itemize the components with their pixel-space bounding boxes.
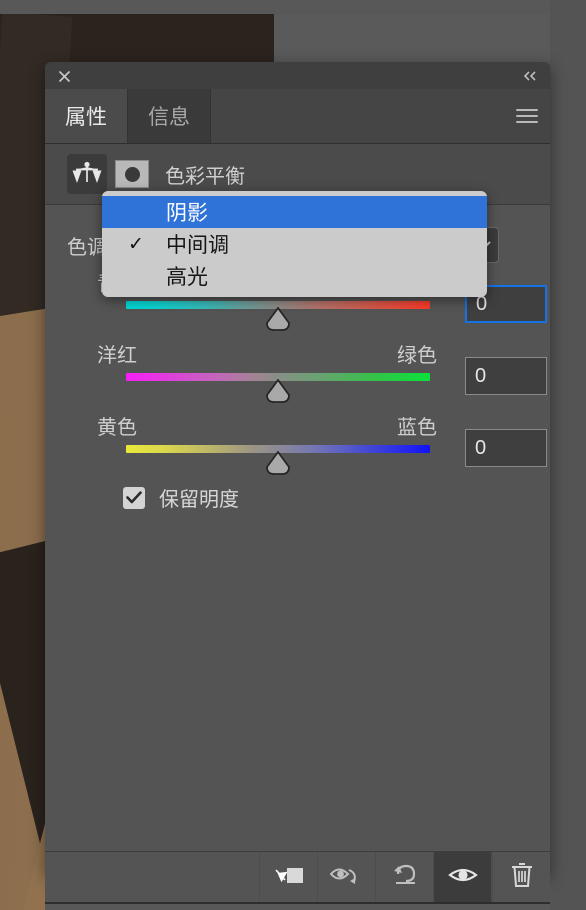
hamburger-menu-icon (516, 105, 538, 127)
tab-properties-label: 属性 (65, 106, 107, 129)
slider-value-input-magenta-green[interactable]: 0 (465, 357, 547, 395)
reset-undo-icon (391, 862, 419, 893)
delete-layer-button[interactable] (492, 852, 550, 902)
slider-track-magenta-green[interactable] (126, 373, 430, 403)
slider-left-label: 洋红 (97, 345, 137, 367)
preserve-luminosity-row[interactable]: 保留明度 (123, 483, 239, 512)
panel-menu-button[interactable] (504, 89, 550, 143)
slider-track-cyan-red[interactable] (126, 301, 430, 331)
tab-info[interactable]: 信息 (128, 89, 211, 143)
eye-with-arrow-icon (329, 863, 364, 892)
eye-icon (447, 864, 478, 891)
canvas-top-gutter (0, 0, 586, 14)
dropdown-option-shadows[interactable]: 阴影 (102, 196, 487, 228)
dropdown-option-midtones[interactable]: ✓ 中间调 (102, 228, 487, 260)
clip-to-layer-button[interactable] (259, 852, 317, 902)
clip-to-layer-icon (274, 863, 304, 892)
panel-titlebar[interactable] (45, 62, 550, 89)
balance-scale-icon (67, 154, 107, 194)
panel-footer-toolbar (45, 851, 550, 902)
slider-labels: 黄色 蓝色 (97, 411, 437, 440)
slider-value-input-yellow-blue[interactable]: 0 (465, 429, 547, 467)
screen-root: 属性 信息 色彩平衡 色调 0 洋红 绿色 0 黄色 蓝色 0 保留明度 阴影 … (0, 0, 586, 910)
slider-right-label: 蓝色 (397, 417, 437, 439)
slider-value-text: 0 (475, 364, 487, 387)
slider-group-magenta-green: 洋红 绿色 0 (45, 339, 550, 411)
tone-label: 色调 (67, 236, 107, 259)
panel-resize-grip[interactable] (45, 902, 550, 910)
slider-thumb[interactable] (264, 307, 292, 331)
tab-info-label: 信息 (148, 106, 190, 129)
slider-labels: 洋红 绿色 (97, 339, 437, 368)
dropdown-option-highlights[interactable]: 高光 (102, 260, 487, 292)
panel-body: 色调 青色 红色 (45, 205, 550, 851)
slider-right-label: 绿色 (397, 345, 437, 367)
dropdown-option-label: 高光 (166, 266, 208, 289)
preserve-luminosity-checkbox[interactable] (123, 486, 145, 509)
tone-dropdown-popup: 阴影 ✓ 中间调 高光 (102, 191, 487, 297)
dropdown-option-label: 中间调 (166, 234, 229, 257)
tab-strip-spacer (211, 89, 504, 143)
page-title: 色彩平衡 (165, 165, 245, 188)
slider-group-yellow-blue: 黄色 蓝色 0 (45, 411, 550, 483)
reset-button[interactable] (375, 852, 433, 902)
slider-value-text: 0 (475, 436, 487, 459)
slider-left-label: 黄色 (97, 417, 137, 439)
layer-mask-thumbnail[interactable] (115, 160, 149, 188)
double-chevron-left-icon[interactable] (520, 66, 542, 86)
view-previous-state-button[interactable] (317, 852, 375, 902)
mask-dot-shape (124, 166, 140, 182)
check-icon: ✓ (128, 233, 144, 255)
slider-thumb[interactable] (264, 379, 292, 403)
slider-track-yellow-blue[interactable] (126, 445, 430, 475)
close-icon[interactable] (53, 65, 75, 87)
properties-panel: 属性 信息 色彩平衡 色调 0 洋红 绿色 0 黄色 蓝色 0 保留明度 阴影 … (45, 62, 550, 910)
trash-icon (510, 862, 534, 893)
preserve-luminosity-label: 保留明度 (159, 489, 239, 511)
slider-thumb[interactable] (264, 451, 292, 475)
canvas-right-gutter (550, 0, 586, 910)
dropdown-option-label: 阴影 (166, 202, 208, 225)
toggle-visibility-button[interactable] (433, 852, 492, 902)
panel-tab-strip: 属性 信息 (45, 89, 550, 144)
tab-properties[interactable]: 属性 (45, 89, 128, 143)
